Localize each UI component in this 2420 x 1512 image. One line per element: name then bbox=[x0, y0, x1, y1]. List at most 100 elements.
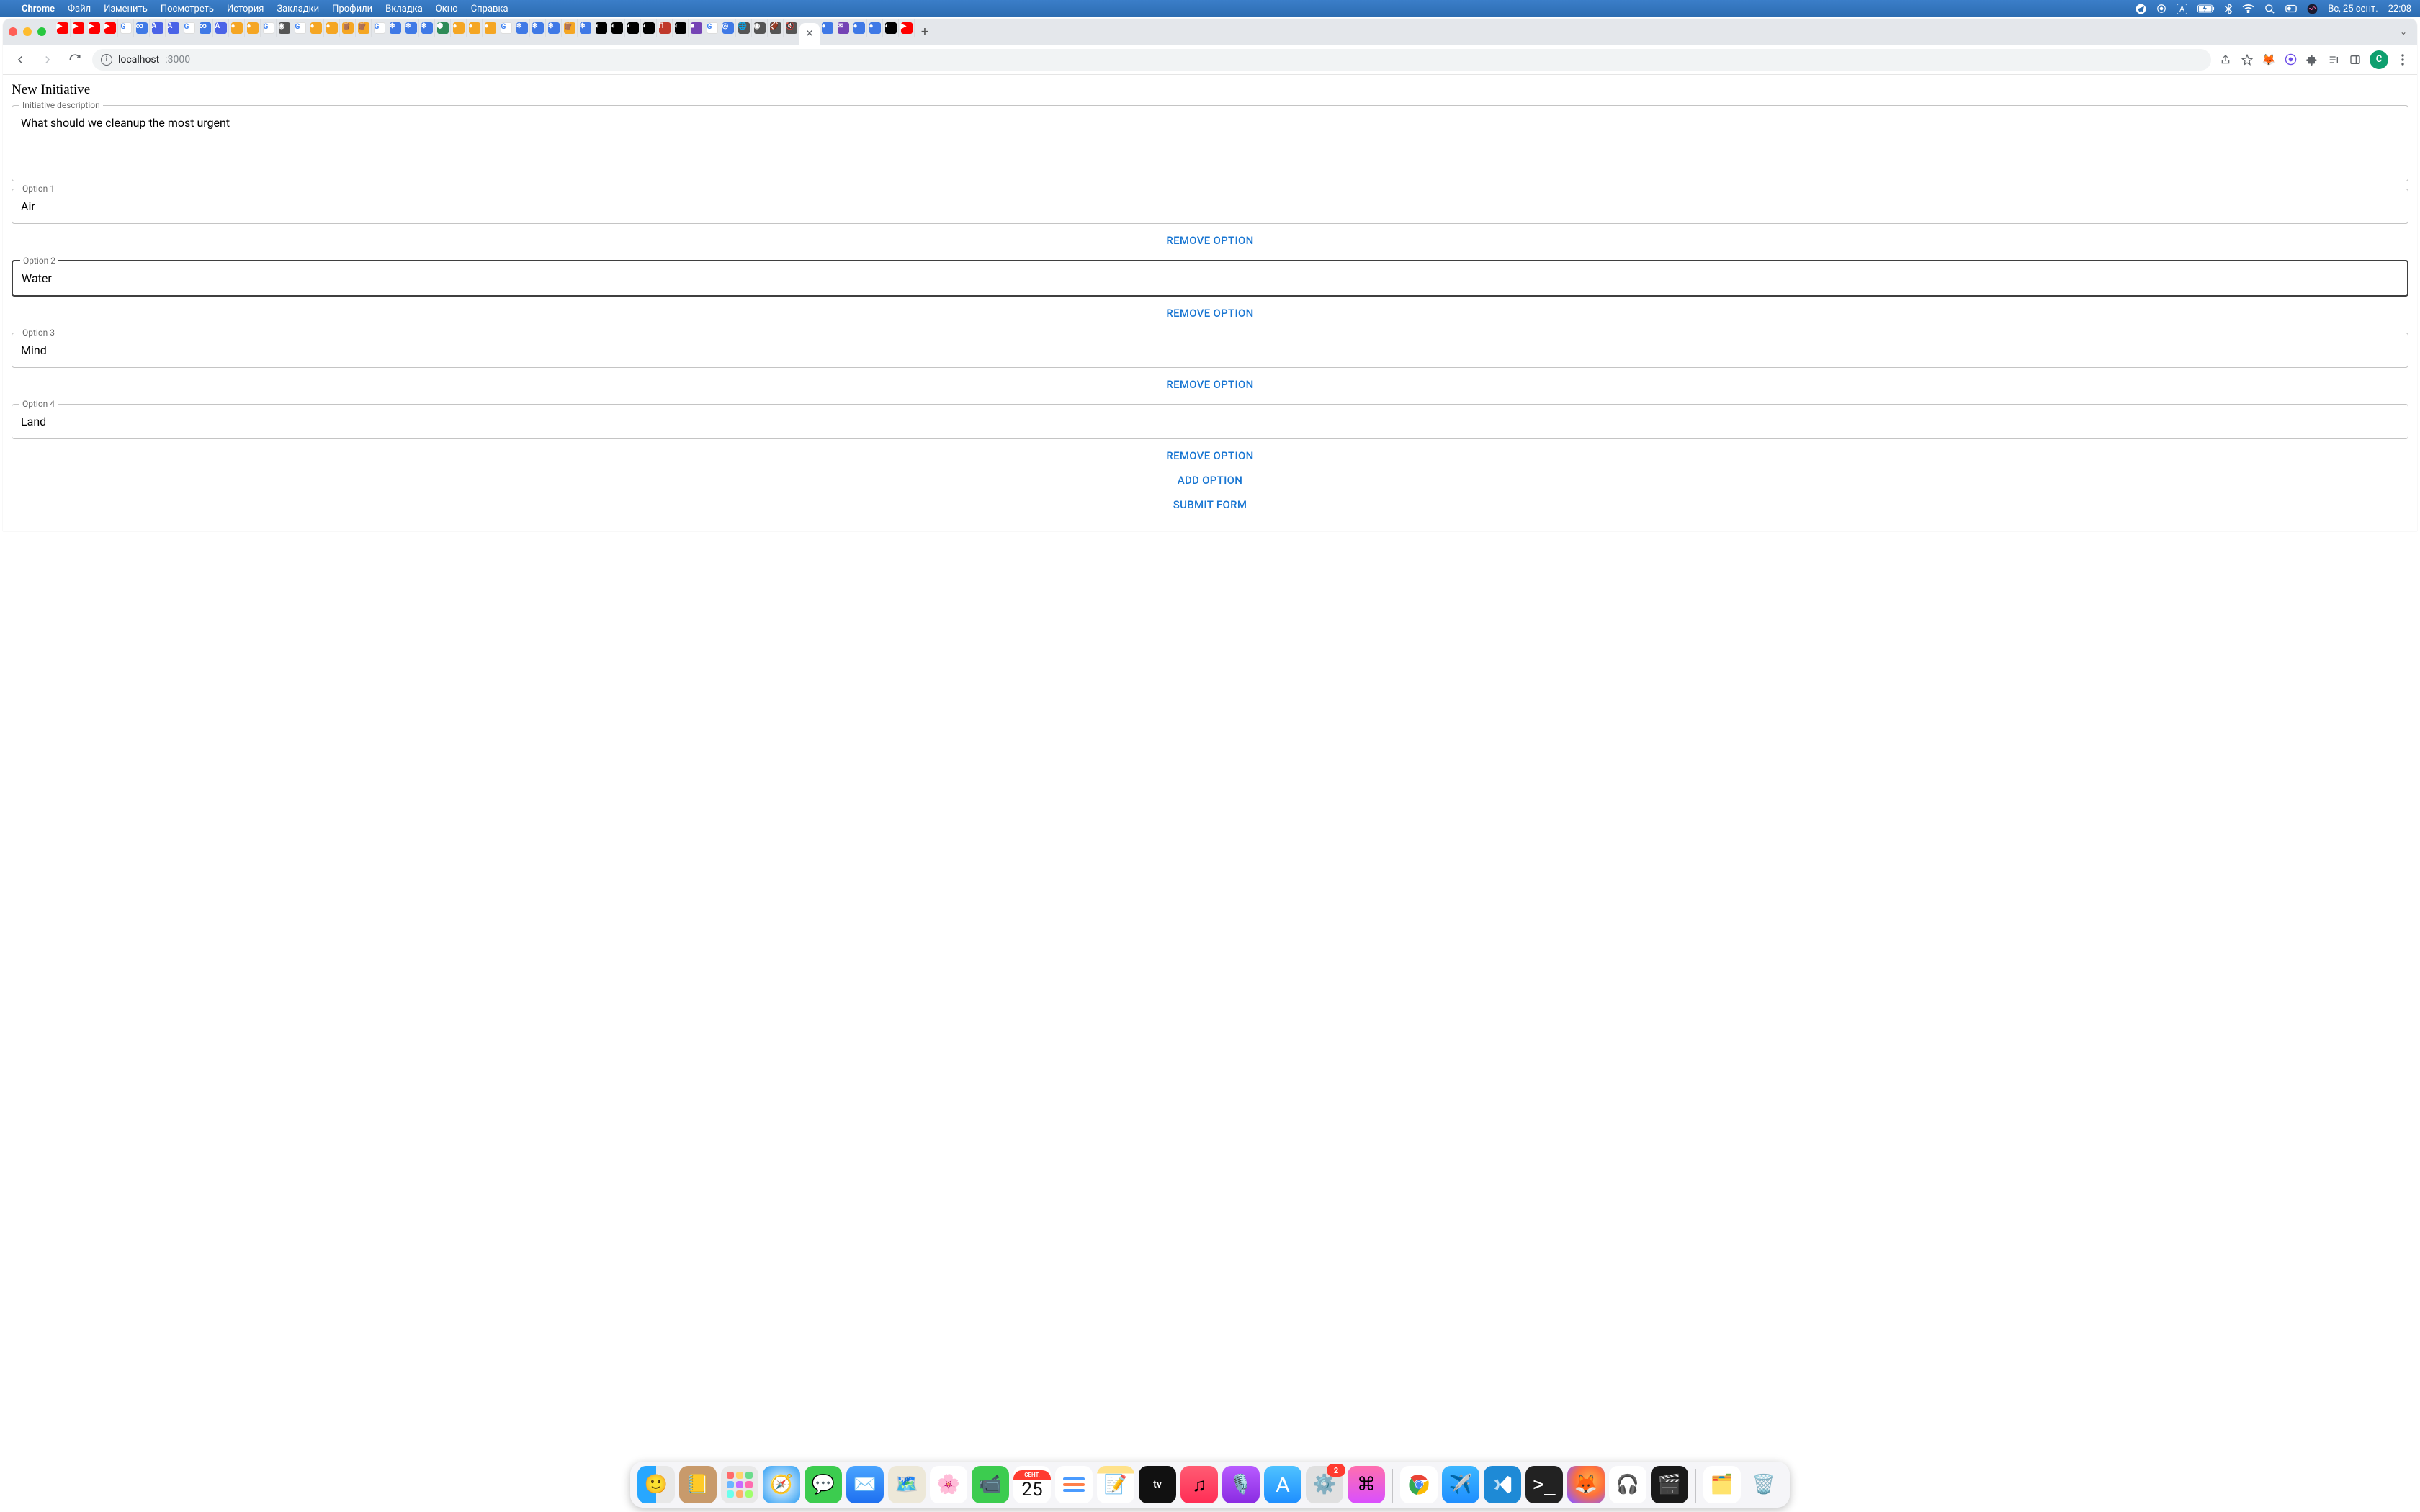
extension-icon[interactable] bbox=[2283, 53, 2298, 67]
browser-tab[interactable]: ❄ bbox=[546, 19, 562, 37]
bluetooth-status-icon[interactable] bbox=[2225, 4, 2232, 14]
browser-tab[interactable]: ❄ bbox=[387, 19, 403, 37]
remove-option-button[interactable]: REMOVE OPTION bbox=[12, 228, 2408, 253]
menubar-item-edit[interactable]: Изменить bbox=[104, 4, 148, 14]
dock-app-podcasts[interactable]: 🎙️ bbox=[1222, 1466, 1260, 1503]
menubar-item-bookmarks[interactable]: Закладки bbox=[277, 4, 319, 14]
dock-app-chrome[interactable] bbox=[1400, 1466, 1438, 1503]
dock-app-facetime[interactable]: 📹 bbox=[972, 1466, 1009, 1503]
control-center-icon[interactable] bbox=[2285, 4, 2297, 13]
browser-tab[interactable]: ◐ bbox=[641, 19, 657, 37]
remove-option-button[interactable]: REMOVE OPTION bbox=[12, 372, 2408, 397]
browser-tab[interactable]: ❄ bbox=[403, 19, 419, 37]
sidepanel-icon[interactable] bbox=[2348, 53, 2362, 67]
browser-tab[interactable]: 🪵 bbox=[562, 19, 578, 37]
menubar-item-view[interactable]: Посмотреть bbox=[161, 4, 214, 14]
browser-tab[interactable]: ● bbox=[867, 19, 883, 37]
option-input[interactable] bbox=[12, 189, 2408, 223]
option-input[interactable] bbox=[13, 261, 2407, 295]
menubar-item-help[interactable]: Справка bbox=[471, 4, 508, 14]
remove-option-button[interactable]: REMOVE OPTION bbox=[12, 301, 2408, 325]
reading-list-icon[interactable] bbox=[2326, 53, 2341, 67]
browser-tab[interactable]: A bbox=[166, 19, 182, 37]
browser-tab-active[interactable]: ✕ bbox=[799, 23, 820, 45]
dock-app-shortcuts[interactable]: ⌘ bbox=[1348, 1466, 1385, 1503]
dock-app-telegram[interactable]: ✈️ bbox=[1442, 1466, 1479, 1503]
dock-app-finder[interactable]: 🙂 bbox=[637, 1466, 675, 1503]
browser-tab[interactable]: G bbox=[118, 19, 134, 37]
browser-tab[interactable]: ◉ bbox=[752, 19, 768, 37]
browser-tab[interactable]: ✉ bbox=[835, 19, 851, 37]
bookmark-star-icon[interactable] bbox=[2240, 53, 2254, 67]
share-icon[interactable] bbox=[2218, 53, 2233, 67]
browser-tab[interactable]: ● bbox=[245, 19, 261, 37]
metamask-extension-icon[interactable]: 🦊 bbox=[2262, 53, 2276, 67]
menubar-item-history[interactable]: История bbox=[227, 4, 264, 14]
menubar-item-profiles[interactable]: Профили bbox=[332, 4, 372, 14]
browser-tab[interactable]: A bbox=[213, 19, 229, 37]
dock-app-music[interactable]: ♫ bbox=[1180, 1466, 1218, 1503]
nav-reload-button[interactable] bbox=[65, 50, 85, 70]
browser-tab[interactable]: ◐ bbox=[593, 19, 609, 37]
wifi-status-icon[interactable] bbox=[2242, 4, 2254, 13]
browser-tab[interactable]: A bbox=[150, 19, 166, 37]
battery-status-icon[interactable] bbox=[2197, 4, 2215, 13]
menubar-date[interactable]: Вс, 25 сент. bbox=[2328, 4, 2378, 14]
nav-forward-button[interactable] bbox=[37, 50, 58, 70]
description-textarea[interactable] bbox=[12, 106, 2408, 178]
dock-app-vscode[interactable] bbox=[1484, 1466, 1521, 1503]
extensions-puzzle-icon[interactable] bbox=[2305, 53, 2319, 67]
window-close-button[interactable] bbox=[9, 27, 17, 36]
browser-tab[interactable]: 🔇 bbox=[784, 19, 799, 37]
browser-tab[interactable]: ∞ bbox=[134, 19, 150, 37]
browser-tab[interactable]: ❄ bbox=[419, 19, 435, 37]
dock-app-calendar[interactable]: СЕНТ. 25 bbox=[1013, 1466, 1051, 1503]
dock-app-firefox[interactable]: 🦊 bbox=[1567, 1466, 1605, 1503]
dock-app-launchpad[interactable] bbox=[721, 1466, 758, 1503]
nav-back-button[interactable] bbox=[10, 50, 30, 70]
dock-app-audacity[interactable]: 🎧 bbox=[1609, 1466, 1646, 1503]
browser-tab[interactable]: ◐ bbox=[883, 19, 899, 37]
dock-app-safari[interactable]: 🧭 bbox=[763, 1466, 800, 1503]
profile-avatar[interactable]: C bbox=[2370, 50, 2388, 69]
dock-app-tv[interactable]: tv bbox=[1139, 1466, 1176, 1503]
menubar-app-name[interactable]: Chrome bbox=[22, 4, 55, 14]
dock-app-reminders[interactable] bbox=[1055, 1466, 1093, 1503]
menubar-item-window[interactable]: Окно bbox=[436, 4, 458, 14]
option-input[interactable] bbox=[12, 333, 2408, 367]
browser-tab[interactable]: ▶ bbox=[71, 19, 86, 37]
browser-tab[interactable]: 🪵 bbox=[340, 19, 356, 37]
dock-app-appstore[interactable]: A bbox=[1264, 1466, 1301, 1503]
menubar-time[interactable]: 22:08 bbox=[2388, 4, 2411, 14]
menubar-item-file[interactable]: Файл bbox=[68, 4, 91, 14]
browser-tab[interactable]: ❄ bbox=[514, 19, 530, 37]
close-tab-icon[interactable]: ✕ bbox=[805, 28, 814, 40]
browser-tab[interactable]: ❄ bbox=[578, 19, 593, 37]
browser-tab[interactable]: ❄ bbox=[530, 19, 546, 37]
browser-tab[interactable]: G bbox=[704, 19, 720, 37]
browser-tab[interactable]: ● bbox=[820, 19, 835, 37]
dock-app-terminal[interactable]: >_ bbox=[1525, 1466, 1563, 1503]
add-option-button[interactable]: ADD OPTION bbox=[12, 468, 2408, 492]
browser-tab[interactable]: ◐ bbox=[625, 19, 641, 37]
browser-tab[interactable]: G bbox=[498, 19, 514, 37]
browser-tab[interactable]: ● bbox=[451, 19, 467, 37]
site-info-icon[interactable]: i bbox=[101, 54, 112, 66]
dock-app-settings[interactable]: ⚙️ bbox=[1306, 1466, 1343, 1503]
spotlight-search-icon[interactable] bbox=[2264, 4, 2275, 14]
chrome-menu-icon[interactable] bbox=[2396, 53, 2410, 67]
browser-tab[interactable]: G bbox=[292, 19, 308, 37]
browser-tab[interactable]: ● bbox=[467, 19, 483, 37]
menubar-item-tab[interactable]: Вкладка bbox=[385, 4, 423, 14]
browser-tab[interactable]: ⬢ bbox=[435, 19, 451, 37]
window-minimize-button[interactable] bbox=[23, 27, 32, 36]
browser-tab[interactable]: ▶ bbox=[102, 19, 118, 37]
dock-app-contacts[interactable]: 📒 bbox=[679, 1466, 717, 1503]
browser-tab[interactable]: П bbox=[657, 19, 673, 37]
browser-tab[interactable]: ◉ bbox=[277, 19, 292, 37]
browser-tab[interactable]: ∞ bbox=[197, 19, 213, 37]
dock-app-mail[interactable]: ✉️ bbox=[846, 1466, 884, 1503]
browser-tab[interactable]: ▶ bbox=[55, 19, 71, 37]
dock-app-notes[interactable]: 📝 bbox=[1097, 1466, 1134, 1503]
remove-option-button[interactable]: REMOVE OPTION bbox=[12, 444, 2408, 468]
